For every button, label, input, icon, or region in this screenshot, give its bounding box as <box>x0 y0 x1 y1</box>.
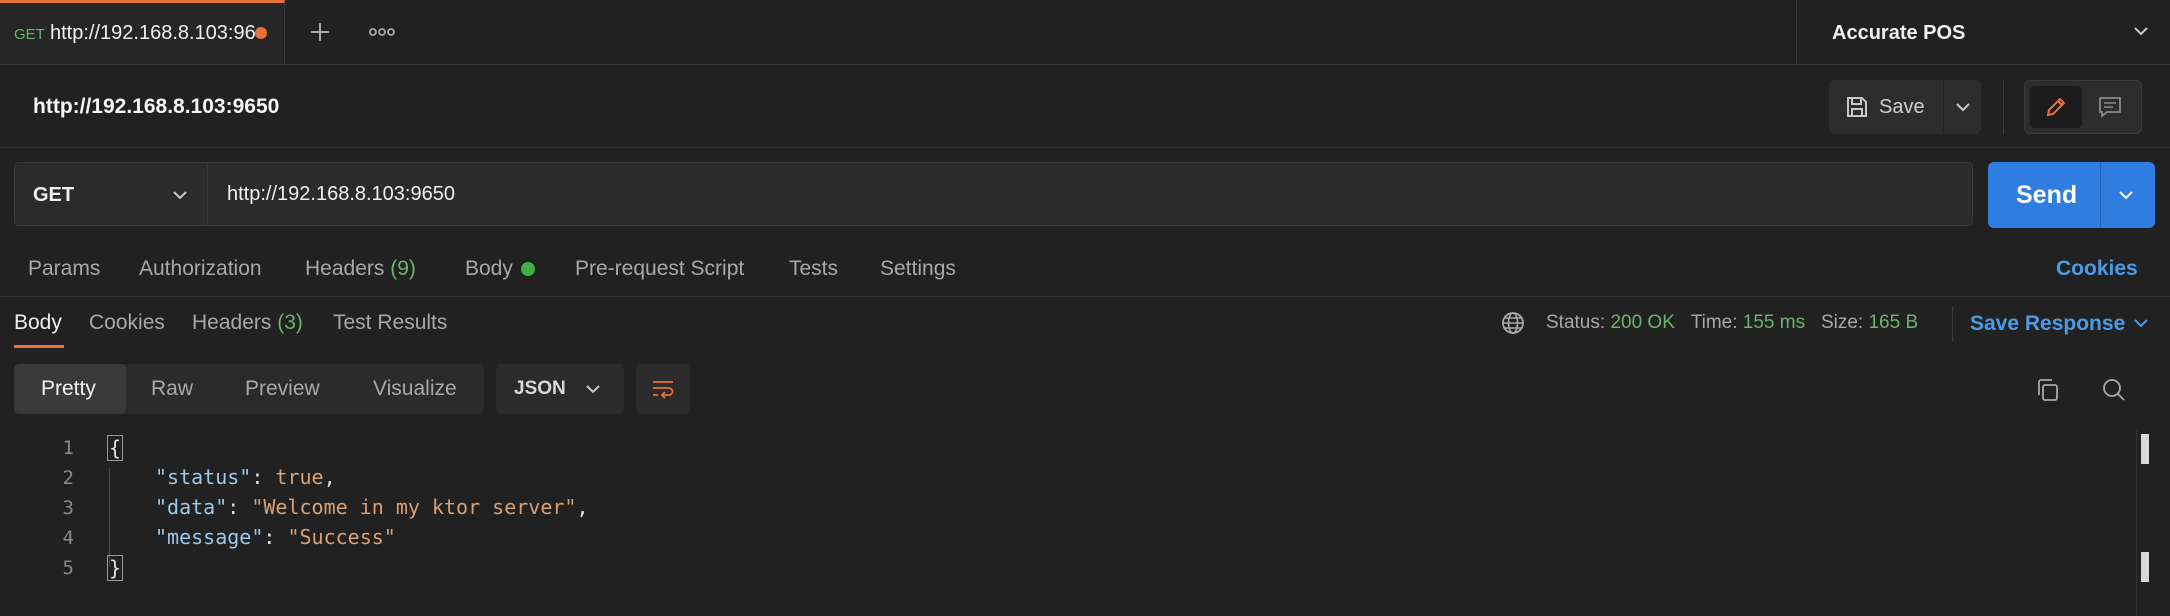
tab-body[interactable]: Body <box>465 257 513 281</box>
view-raw-button[interactable]: Raw <box>151 377 193 401</box>
active-tab-underline <box>14 345 64 348</box>
json-line-data[interactable]: "data": "Welcome in my ktor server", <box>155 495 589 519</box>
tab-pre-request-script[interactable]: Pre-request Script <box>575 257 744 281</box>
globe-icon[interactable] <box>1500 310 1526 336</box>
tab-tests[interactable]: Tests <box>789 257 838 281</box>
status-value: 200 OK <box>1610 312 1675 333</box>
json-value: "Welcome in my ktor server" <box>251 495 577 519</box>
url-input[interactable] <box>207 162 1973 226</box>
view-preview-button[interactable]: Preview <box>245 377 320 401</box>
line-number: 5 <box>62 557 74 579</box>
size-value: 165 B <box>1868 312 1919 333</box>
headers-count: (9) <box>390 257 416 280</box>
json-key: "data" <box>155 495 228 519</box>
json-value: true <box>275 465 324 489</box>
divider <box>0 147 2170 148</box>
divider <box>1952 306 1953 342</box>
unsaved-changes-dot <box>255 27 267 39</box>
chevron-down-icon[interactable] <box>169 184 191 206</box>
json-line-message[interactable]: "message": "Success" <box>155 525 396 549</box>
copy-icon[interactable] <box>2034 376 2062 404</box>
chevron-down-icon[interactable] <box>1952 96 1974 118</box>
send-label: Send <box>2016 181 2078 209</box>
scrollbar-thumb[interactable] <box>2141 434 2149 464</box>
response-status: Status: 200 OK Time: 155 ms Size: 165 B <box>1546 312 1918 334</box>
chevron-down-icon[interactable] <box>582 378 604 400</box>
json-key: "status" <box>155 465 252 489</box>
response-headers-label: Headers <box>192 311 272 334</box>
json-comma: , <box>323 465 336 489</box>
send-divider <box>2100 162 2101 228</box>
chevron-down-icon[interactable] <box>2130 312 2152 334</box>
size-label: Size: <box>1820 312 1864 333</box>
save-label: Save <box>1879 96 1925 118</box>
divider <box>0 296 2170 297</box>
json-line-status[interactable]: "status": true, <box>155 465 336 489</box>
json-key: "message" <box>155 525 264 549</box>
url-value[interactable]: http://192.168.8.103:9650 <box>227 183 455 206</box>
tab-headers[interactable]: Headers (9) <box>305 257 416 281</box>
pencil-icon <box>2043 94 2069 120</box>
plus-icon[interactable] <box>304 16 336 48</box>
save-divider <box>1943 80 1944 134</box>
body-indicator-dot <box>521 262 535 276</box>
save-response-button[interactable]: Save Response <box>1970 312 2125 336</box>
more-icon[interactable] <box>364 16 400 48</box>
line-number: 1 <box>62 437 74 459</box>
json-colon: : <box>227 495 252 519</box>
json-value: "Success" <box>287 525 396 549</box>
request-title[interactable]: http://192.168.8.103:9650 <box>33 95 279 119</box>
response-tab-test-results[interactable]: Test Results <box>333 311 447 335</box>
response-tab-cookies[interactable]: Cookies <box>89 311 165 335</box>
open-brace: { <box>107 435 124 461</box>
json-colon: : <box>263 525 288 549</box>
view-pretty-label: Pretty <box>41 377 96 400</box>
cookies-link[interactable]: Cookies <box>2056 257 2138 281</box>
indent-guide <box>109 468 110 566</box>
view-visualize-button[interactable]: Visualize <box>373 377 457 401</box>
tab-settings[interactable]: Settings <box>880 257 956 281</box>
tab-params[interactable]: Params <box>28 257 100 281</box>
time-label: Time: <box>1690 312 1738 333</box>
json-comma: , <box>576 495 589 519</box>
chevron-down-icon[interactable] <box>2115 184 2137 206</box>
response-tab-headers[interactable]: Headers (3) <box>192 311 303 335</box>
line-number: 4 <box>62 527 74 549</box>
method-label: GET <box>33 184 75 206</box>
line-number: 2 <box>62 467 74 489</box>
close-brace: } <box>107 555 124 581</box>
format-label: JSON <box>514 378 566 399</box>
chevron-down-icon[interactable] <box>2130 20 2152 42</box>
tab-headers-label: Headers <box>305 257 385 280</box>
response-tab-body[interactable]: Body <box>14 311 62 335</box>
response-headers-count: (3) <box>277 311 303 334</box>
scrollbar-track <box>2136 430 2137 616</box>
tab-authorization[interactable]: Authorization <box>139 257 262 281</box>
search-icon[interactable] <box>2100 376 2128 404</box>
wrap-lines-icon <box>650 376 676 402</box>
save-icon <box>1844 94 1870 120</box>
status-label: Status: <box>1546 312 1606 333</box>
line-number: 3 <box>62 497 74 519</box>
time-value: 155 ms <box>1742 312 1806 333</box>
scrollbar-thumb[interactable] <box>2141 552 2149 582</box>
tab-method-label: GET <box>14 26 45 43</box>
divider <box>2003 80 2004 134</box>
tab-url-label: http://192.168.8.103:96 <box>50 22 256 44</box>
json-colon: : <box>251 465 276 489</box>
environment-label: Accurate POS <box>1832 22 1966 44</box>
comment-icon[interactable] <box>2097 94 2123 120</box>
